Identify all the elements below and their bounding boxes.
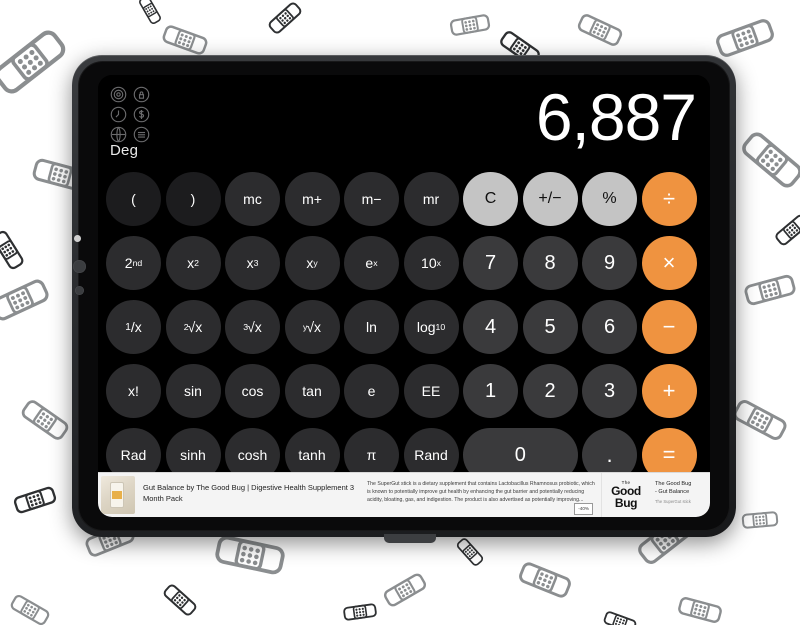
key-8[interactable]: 8 bbox=[522, 236, 578, 290]
key-euler[interactable]: e bbox=[344, 364, 399, 418]
clock-icon[interactable] bbox=[110, 106, 127, 123]
key-second[interactable]: 2nd bbox=[106, 236, 161, 290]
key-cos[interactable]: cos bbox=[225, 364, 280, 418]
calculator-display: 6,887 bbox=[535, 80, 697, 154]
keypad-row: x! sin cos tan e EE 1 2 3 + bbox=[106, 364, 702, 418]
key-log10[interactable]: log 10 bbox=[403, 300, 459, 354]
calculator-app: Deg 6,887 () mc m+ m− mr C +/−% ÷ 2nd x 2 x 3 x y e x 10 x… bbox=[98, 75, 710, 517]
key-reciprocal[interactable]: 1/x bbox=[106, 300, 161, 354]
device-button-small[interactable] bbox=[75, 286, 84, 295]
key-6[interactable]: 6 bbox=[582, 300, 637, 354]
key-close-paren[interactable]: ) bbox=[165, 172, 221, 226]
key-7[interactable]: 7 bbox=[463, 236, 518, 290]
calculator-header: Deg 6,887 bbox=[98, 75, 710, 172]
calculator-keypad: () mc m+ m− mr C +/−% ÷ 2nd x 2 x 3 x y e x 10 x 7 8 9 × 1/x 2 √x… bbox=[106, 172, 702, 482]
key-memory-add[interactable]: m+ bbox=[284, 172, 340, 226]
device-connector bbox=[384, 534, 436, 543]
key-percent[interactable]: % bbox=[582, 172, 637, 226]
key-power-y[interactable]: xy bbox=[284, 236, 340, 290]
ad-brand-line1: The Good Bug bbox=[655, 481, 692, 487]
key-add[interactable]: + bbox=[641, 364, 697, 418]
key-ee[interactable]: EE bbox=[403, 364, 459, 418]
ad-description-text: The SuperGut stick is a dietary suppleme… bbox=[367, 481, 595, 504]
ad-product-thumbnail[interactable] bbox=[101, 476, 135, 514]
ad-description: The SuperGut stick is a dietary suppleme… bbox=[361, 473, 601, 517]
globe-icon[interactable] bbox=[110, 126, 127, 143]
angle-mode-label: Deg bbox=[110, 142, 139, 159]
key-3[interactable]: 3 bbox=[582, 364, 637, 418]
key-exp-ten[interactable]: 10 x bbox=[403, 236, 459, 290]
key-square[interactable]: x2 bbox=[165, 236, 221, 290]
tablet-device: Deg 6,887 () mc m+ m− mr C +/−% ÷ 2nd x 2 x 3 x y e x 10 x… bbox=[72, 55, 736, 543]
ad-logo-bug: Bug bbox=[614, 496, 638, 511]
key-root-y[interactable]: y √x bbox=[284, 300, 340, 354]
ad-brand-logo: The Good Bug bbox=[601, 473, 650, 517]
key-clear[interactable]: C bbox=[463, 172, 518, 226]
key-multiply[interactable]: × bbox=[641, 236, 697, 290]
lock-icon[interactable] bbox=[133, 86, 150, 103]
key-divide[interactable]: ÷ bbox=[641, 172, 697, 226]
keypad-row: 2nd x 2 x 3 x y e x 10 x 7 8 9 × bbox=[106, 236, 702, 290]
menu-icon[interactable] bbox=[133, 126, 150, 143]
key-9[interactable]: 9 bbox=[582, 236, 637, 290]
key-exp-e[interactable]: ex bbox=[344, 236, 399, 290]
key-tan[interactable]: tan bbox=[284, 364, 340, 418]
screenshot-stage: Deg 6,887 () mc m+ m− mr C +/−% ÷ 2nd x 2 x 3 x y e x 10 x… bbox=[0, 0, 800, 625]
key-1[interactable]: 1 bbox=[463, 364, 518, 418]
ad-discount-badge: -40% bbox=[574, 502, 593, 515]
key-sign-toggle[interactable]: +/− bbox=[522, 172, 578, 226]
key-sin[interactable]: sin bbox=[165, 364, 221, 418]
keypad-row: 1/x 2 √x 3 √x y √x ln log 10 4 5 6− bbox=[106, 300, 702, 354]
key-open-paren[interactable]: ( bbox=[106, 172, 161, 226]
key-2[interactable]: 2 bbox=[522, 364, 578, 418]
key-memory-sub[interactable]: m− bbox=[344, 172, 399, 226]
key-factorial[interactable]: x! bbox=[106, 364, 161, 418]
key-cbrt[interactable]: 3 √x bbox=[225, 300, 280, 354]
device-sensor-dot bbox=[74, 235, 81, 242]
ad-banner[interactable]: Gut Balance by The Good Bug | Digestive … bbox=[98, 472, 710, 517]
device-volume-button[interactable] bbox=[73, 260, 86, 273]
key-4[interactable]: 4 bbox=[463, 300, 518, 354]
key-sqrt[interactable]: 2 √x bbox=[165, 300, 221, 354]
keypad-row: () mc m+ m− mr C +/−% ÷ bbox=[106, 172, 702, 226]
key-ln[interactable]: ln bbox=[344, 300, 399, 354]
ad-brand-text: The Good Bug - Gut Balance The SuperGut … bbox=[650, 473, 710, 517]
ad-title[interactable]: Gut Balance by The Good Bug | Digestive … bbox=[139, 473, 361, 517]
key-memory-clear[interactable]: mc bbox=[225, 172, 280, 226]
ad-brand-sub: The SuperGut stick bbox=[655, 499, 691, 504]
key-cube[interactable]: x3 bbox=[225, 236, 280, 290]
key-5[interactable]: 5 bbox=[522, 300, 578, 354]
key-memory-recall[interactable]: mr bbox=[403, 172, 459, 226]
device-screen: Deg 6,887 () mc m+ m− mr C +/−% ÷ 2nd x 2 x 3 x y e x 10 x… bbox=[98, 75, 710, 517]
dollar-icon[interactable] bbox=[133, 106, 150, 123]
widget-icon-group bbox=[110, 86, 156, 143]
gear-icon[interactable] bbox=[110, 86, 127, 103]
ad-brand-line2: - Gut Balance bbox=[655, 489, 690, 495]
key-subtract[interactable]: − bbox=[641, 300, 697, 354]
